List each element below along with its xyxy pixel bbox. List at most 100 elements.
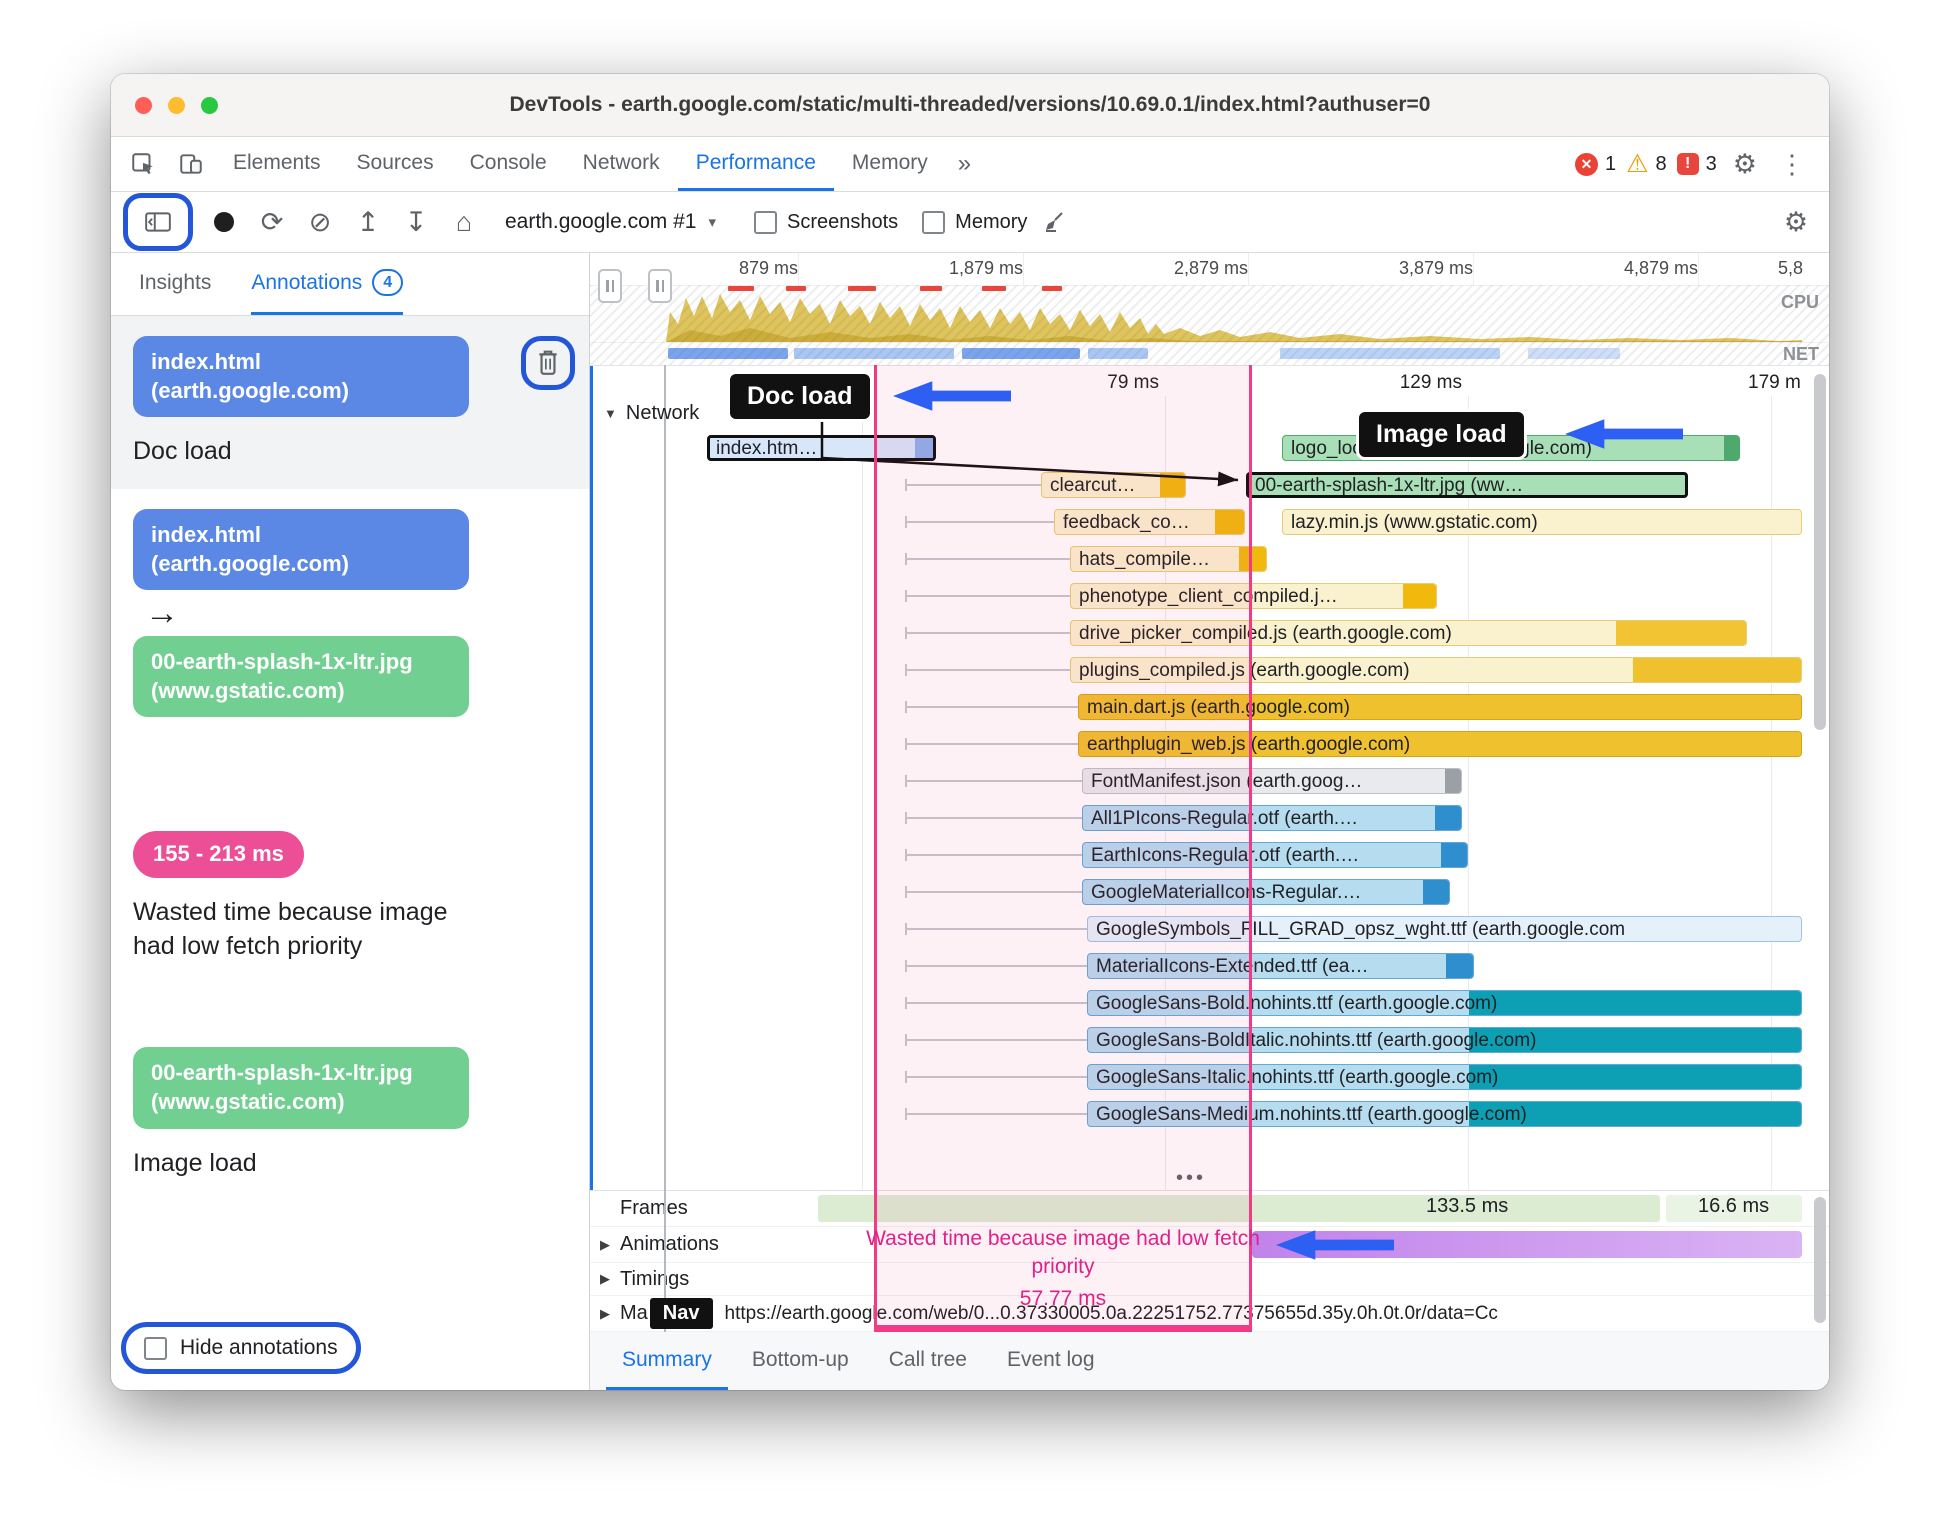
overview-tick: 5,8 [1778, 258, 1804, 278]
overview-window-handle[interactable] [648, 269, 672, 303]
collect-garbage-button[interactable] [1033, 201, 1075, 243]
trash-icon[interactable] [536, 349, 560, 377]
wasted-time-arrow-icon [1276, 1230, 1394, 1260]
titlebar: DevTools - earth.google.com/static/multi… [111, 74, 1829, 137]
time-range-chip[interactable]: 155 - 213 ms [133, 831, 304, 878]
image-load-arrow-icon [1565, 419, 1683, 449]
devtools-tab[interactable]: Performance [677, 137, 834, 191]
long-task-marker [728, 286, 754, 291]
navigation-start-marker [664, 365, 666, 1332]
devtools-tab[interactable]: Elements [215, 137, 339, 191]
long-task-marker [1042, 286, 1062, 291]
cpu-strip-label: CPU [1780, 292, 1819, 312]
net-activity-segment [1528, 348, 1620, 359]
zoom-button[interactable] [201, 96, 218, 114]
console-errors[interactable]: ✕ 1 [1574, 152, 1616, 176]
record-button[interactable] [203, 201, 245, 243]
window-title: DevTools - earth.google.com/static/multi… [509, 93, 1431, 116]
overview-gridline [1023, 253, 1024, 285]
performance-main: 879 ms 1,879 ms 2,879 ms 3,879 ms 4,879 … [590, 253, 1829, 1390]
annotation-chip[interactable]: index.html (earth.google.com) [133, 508, 469, 591]
expand-triangle-icon[interactable]: ▶ [590, 1271, 620, 1287]
device-toolbar-button[interactable] [167, 137, 215, 191]
overview-gridline [1248, 253, 1249, 285]
traffic-lights [135, 96, 218, 114]
annotation-entry-link[interactable]: index.html (earth.google.com) → 00-earth… [111, 489, 589, 737]
save-profile-button[interactable]: ↧ [395, 201, 437, 243]
annotation-label: Image load [133, 1148, 257, 1177]
more-tabs-button[interactable]: » [946, 137, 983, 191]
cpu-activity-chart [666, 294, 1802, 342]
timeline-overview[interactable]: 879 ms 1,879 ms 2,879 ms 3,879 ms 4,879 … [590, 253, 1829, 366]
overview-window-handle[interactable] [598, 269, 622, 303]
memory-checkbox[interactable]: Memory [922, 210, 1027, 234]
network-request-bar[interactable] [1246, 472, 1688, 498]
annotation-entry-time-range[interactable]: 155 - 213 ms Wasted time because image h… [111, 811, 589, 983]
expand-triangle-icon[interactable]: ▶ [590, 1237, 620, 1253]
performance-sidebar: Insights Annotations 4 index.html (earth… [111, 253, 590, 1390]
toggle-sidebar-button[interactable] [137, 201, 179, 243]
wasted-time-duration: 57.77 ms [1019, 1287, 1107, 1311]
reload-and-record-button[interactable]: ⟳ [251, 201, 293, 243]
request-active-segment [1423, 880, 1449, 904]
screenshots-checkbox[interactable]: Screenshots [754, 210, 899, 234]
bottom-tab[interactable]: Summary [606, 1332, 728, 1390]
annotation-chip[interactable]: index.html (earth.google.com) [133, 336, 469, 418]
annotation-entry-doc-load[interactable]: index.html (earth.google.com) Doc load [111, 316, 589, 489]
devtools-tab[interactable]: Sources [339, 137, 452, 191]
frames-track-label: Frames [620, 1197, 688, 1219]
bottom-tab[interactable]: Bottom-up [736, 1332, 865, 1390]
annotation-entry-image-load[interactable]: 00-earth-splash-1x-ltr.jpg (www.gstatic.… [111, 1027, 589, 1200]
console-warnings[interactable]: ⚠ 8 [1626, 151, 1667, 177]
performance-settings-gear-icon[interactable]: ⚙ [1775, 201, 1817, 243]
tab-insights[interactable]: Insights [139, 253, 211, 315]
tab-annotations[interactable]: Annotations 4 [251, 253, 404, 315]
expand-triangle-icon[interactable]: ▶ [590, 1306, 620, 1322]
hide-annotations-checkbox[interactable] [144, 1336, 167, 1360]
inspect-element-button[interactable] [119, 137, 167, 191]
garbage-collect-icon [1046, 212, 1064, 232]
devtools-tab[interactable]: Memory [834, 137, 946, 191]
tracks-scrollbar[interactable] [1814, 1197, 1826, 1323]
wasted-time-range-overlay: Wasted time because image had low fetch … [866, 365, 1260, 1332]
target-selector[interactable]: earth.google.com #1 ▾ [491, 210, 730, 234]
issue-count: 3 [1705, 152, 1717, 175]
settings-gear-icon[interactable]: ⚙ [1727, 149, 1763, 180]
network-track-header[interactable]: ▼ Network [604, 402, 699, 425]
issues[interactable]: ! 3 [1676, 152, 1717, 176]
devtools-window: DevTools - earth.google.com/static/multi… [111, 74, 1829, 1390]
annotation-chip[interactable]: 00-earth-splash-1x-ltr.jpg (www.gstatic.… [133, 636, 469, 718]
warning-count: 8 [1655, 152, 1667, 175]
wasted-time-description: Wasted time because image had low fetch … [866, 1226, 1260, 1278]
doc-load-callout: Doc load [730, 374, 870, 419]
device-toolbar-icon [180, 154, 202, 174]
devtools-tab[interactable]: Console [452, 137, 565, 191]
bottom-tab[interactable]: Call tree [873, 1332, 983, 1390]
minimize-button[interactable] [168, 96, 185, 114]
screenshots-label: Screenshots [787, 210, 899, 233]
close-button[interactable] [135, 96, 152, 114]
clear-button[interactable]: ⊘ [299, 201, 341, 243]
devtools-tab[interactable]: Network [565, 137, 678, 191]
bottom-tab[interactable]: Event log [991, 1332, 1111, 1390]
annotation-list: index.html (earth.google.com) Doc load i… [111, 316, 589, 1314]
home-button[interactable]: ⌂ [443, 201, 485, 243]
overview-tick: 1,879 ms [948, 258, 1023, 278]
load-profile-button[interactable]: ↥ [347, 201, 389, 243]
long-task-marker [786, 286, 806, 291]
annotation-label: Wasted time because image had low fetch … [133, 897, 448, 960]
frame-duration: 133.5 ms [1426, 1195, 1509, 1217]
request-active-segment [1469, 1102, 1801, 1126]
waterfall-scrollbar[interactable] [1814, 374, 1826, 730]
annotation-chip[interactable]: 00-earth-splash-1x-ltr.jpg (www.gstatic.… [133, 1047, 469, 1129]
annotations-count-badge: 4 [372, 269, 404, 296]
animations-track-label: Animations [620, 1233, 719, 1255]
kebab-menu-icon[interactable]: ⋮ [1773, 149, 1811, 180]
devtools-content: Insights Annotations 4 index.html (earth… [111, 253, 1829, 1390]
request-active-segment [1724, 436, 1739, 460]
status-badges: ✕ 1 ⚠ 8 ! 3 ⚙ ⋮ [1574, 137, 1821, 191]
image-load-callout: Image load [1359, 412, 1524, 457]
network-request-bar[interactable] [1282, 509, 1802, 535]
overview-net-strip: NET [590, 342, 1829, 365]
issue-icon: ! [1676, 153, 1699, 175]
